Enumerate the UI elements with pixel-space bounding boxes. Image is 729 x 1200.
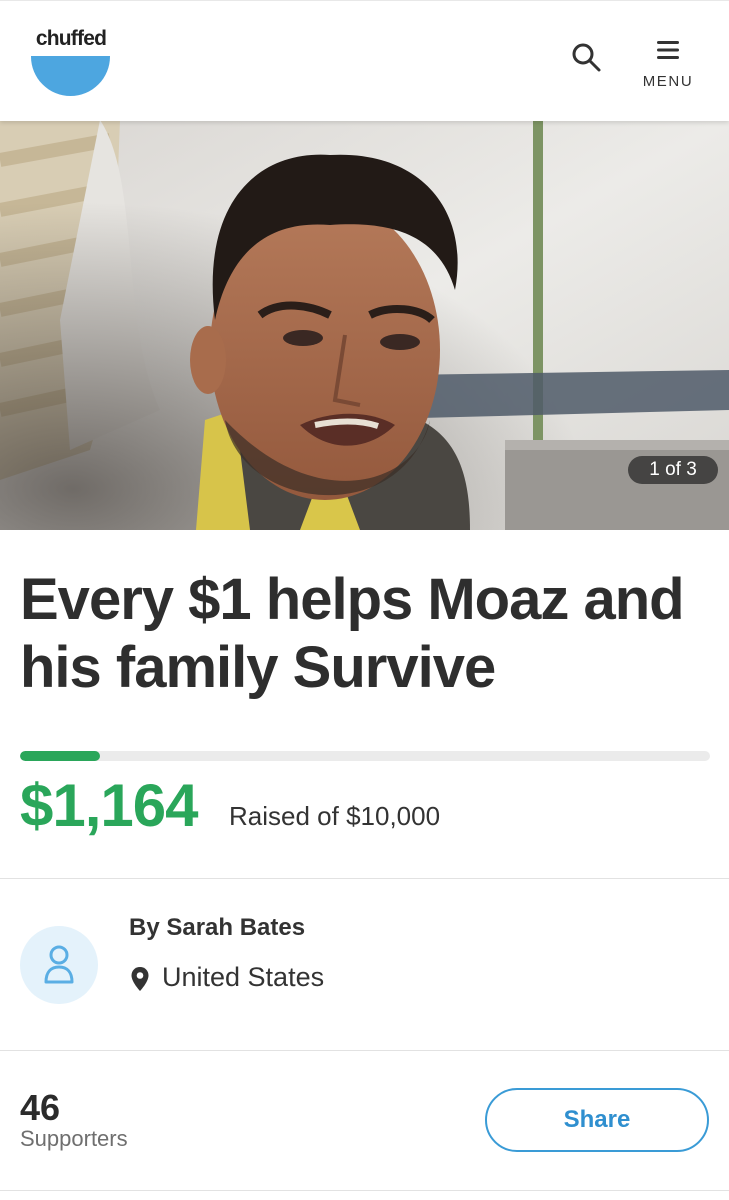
menu-label: MENU (642, 73, 694, 90)
progress-bar (20, 751, 710, 761)
photo-counter: 1 of 3 (628, 456, 718, 484)
location-text: United States (162, 962, 325, 992)
share-button[interactable]: Share (485, 1088, 709, 1152)
campaign-title: Every $1 helps Moaz and his family Survi… (20, 567, 685, 700)
supporters-label: Supporters (20, 1126, 128, 1151)
site-header: chuffed MENU (0, 0, 729, 121)
campaign-photo[interactable] (0, 120, 729, 530)
organiser-name[interactable]: By Sarah Bates (129, 914, 305, 942)
user-icon (44, 945, 74, 984)
logo-bowl-icon (31, 56, 110, 96)
menu-button[interactable]: MENU (636, 39, 700, 95)
chuffed-logo[interactable]: chuffed (30, 27, 112, 97)
search-icon (572, 43, 601, 72)
goal-text: Raised of $10,000 (229, 801, 441, 831)
logo-wordmark: chuffed (35, 27, 107, 50)
section-divider (0, 1050, 729, 1051)
progress-bar-fill (20, 751, 101, 761)
hamburger-icon (657, 41, 679, 59)
section-divider (0, 1190, 729, 1191)
organiser-avatar[interactable] (20, 926, 98, 1004)
section-divider (0, 878, 729, 879)
location-pin-icon (131, 967, 149, 991)
supporters-count: 46 (20, 1087, 61, 1128)
campaign-photo-illustration (0, 120, 729, 530)
search-button[interactable] (570, 41, 602, 73)
amount-raised: $1,164 (20, 772, 199, 839)
